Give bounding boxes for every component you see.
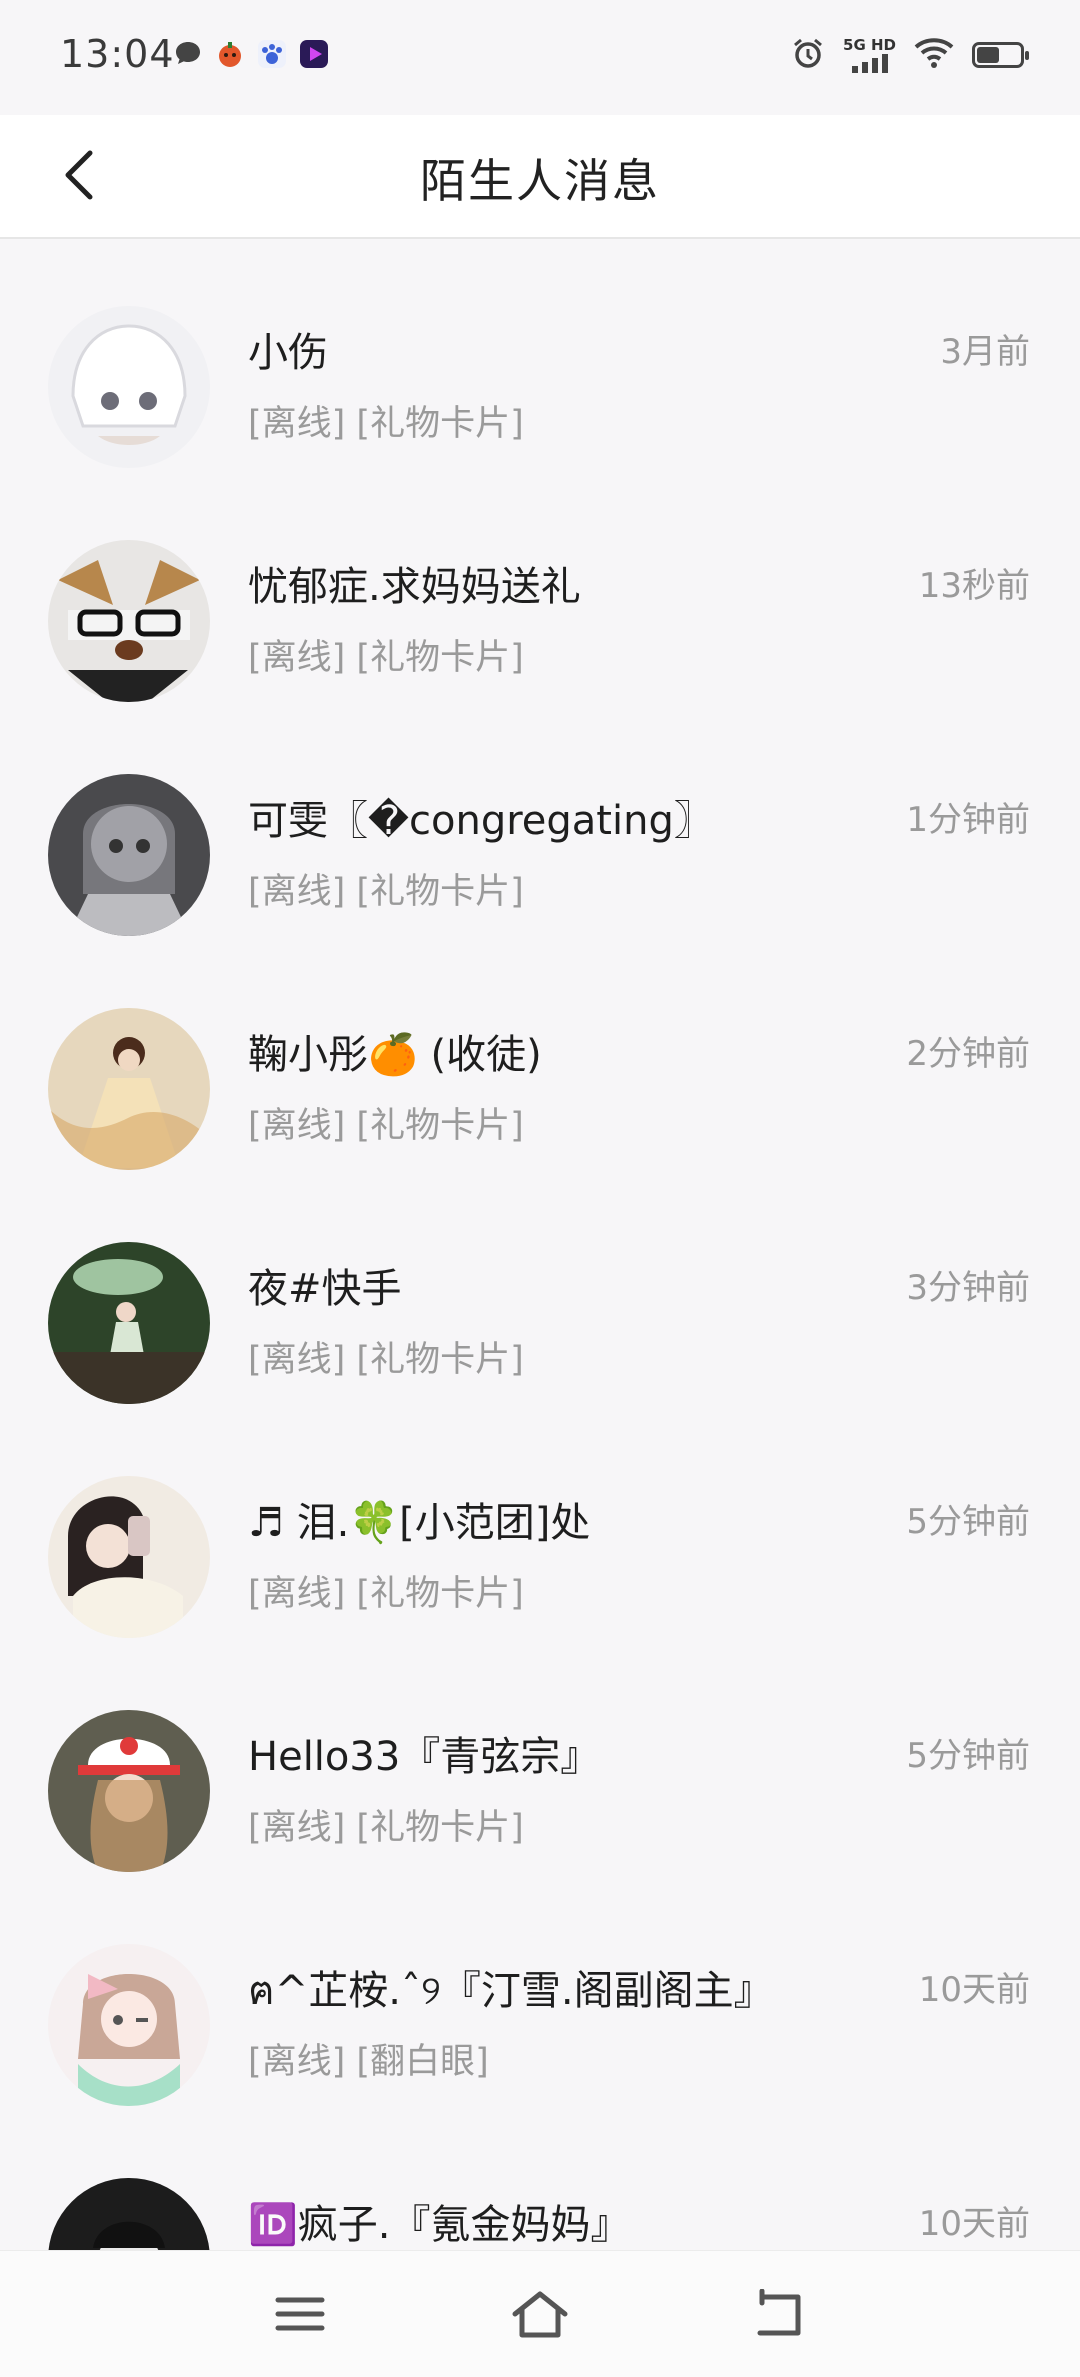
avatar[interactable] (48, 306, 210, 468)
message-time: 10天前 (918, 1970, 1030, 2010)
battery-icon (972, 42, 1029, 68)
conversation-item[interactable]: 忧郁症.求妈妈送礼 [离线] [礼物卡片] 13秒前 (0, 472, 1080, 706)
status-time: 13:04 (60, 32, 175, 76)
alarm-icon (791, 36, 825, 74)
conversation-item[interactable]: 夜#快手 [离线] [礼物卡片] 3分钟前 (0, 1174, 1080, 1408)
back-nav-button[interactable] (745, 2279, 815, 2349)
avatar[interactable] (48, 1944, 210, 2106)
page-title: 陌生人消息 (420, 154, 660, 208)
message-preview: [离线] [礼物卡片] (248, 638, 524, 678)
notification-icons (172, 38, 330, 70)
message-icon (172, 38, 204, 70)
contact-name: 可雯〖�congregating〗 (248, 798, 714, 844)
status-bar: 13:04 5G HD (0, 0, 1080, 115)
avatar[interactable] (48, 1476, 210, 1638)
message-preview: [离线] [礼物卡片] (248, 1574, 524, 1614)
conversation-item[interactable]: ♬ 泪.🍀[小范团]处 [离线] [礼物卡片] 5分钟前 (0, 1408, 1080, 1642)
contact-name: 夜#快手 (248, 1266, 402, 1312)
message-preview: [离线] [翻白眼] (248, 2042, 489, 2082)
network-label: 5G HD (843, 35, 896, 54)
message-preview: [离线] [礼物卡片] (248, 1106, 524, 1146)
system-navigation-bar (0, 2250, 1080, 2377)
message-time: 2分钟前 (906, 1034, 1030, 1074)
message-time: 3分钟前 (906, 1268, 1030, 1308)
message-preview: [离线] [礼物卡片] (248, 1808, 524, 1848)
home-button[interactable] (505, 2279, 575, 2349)
paw-app-icon (256, 38, 288, 70)
message-time: 13秒前 (918, 566, 1030, 606)
message-time: 10天前 (918, 2204, 1030, 2244)
contact-name: 小伤 (248, 330, 328, 376)
message-preview: [离线] [礼物卡片] (248, 404, 524, 444)
conversation-list: 小伤 [离线] [礼物卡片] 3月前 忧郁症.求妈妈送礼 [离线] [礼物卡片]… (0, 238, 1080, 2344)
message-time: 5分钟前 (906, 1502, 1030, 1542)
pumpkin-app-icon (214, 38, 246, 70)
message-time: 1分钟前 (906, 800, 1030, 840)
contact-name: ฅ^芷桉.ˆ୨『汀雪.阁副阁主』 (248, 1968, 774, 2014)
avatar[interactable] (48, 1008, 210, 1170)
avatar[interactable] (48, 1710, 210, 1872)
message-time: 5分钟前 (906, 1736, 1030, 1776)
conversation-item[interactable]: Hello33『青弦宗』 [离线] [礼物卡片] 5分钟前 (0, 1642, 1080, 1876)
contact-name: Hello33『青弦宗』 (248, 1734, 601, 1780)
wifi-icon (914, 37, 954, 73)
system-icons: 5G HD (791, 35, 1029, 74)
conversation-item[interactable]: 鞠小彤🍊 (收徒) [离线] [礼物卡片] 2分钟前 (0, 940, 1080, 1174)
contact-name: ♬ 泪.🍀[小范团]处 (248, 1500, 591, 1546)
avatar[interactable] (48, 774, 210, 936)
message-time: 3月前 (940, 332, 1030, 372)
home-icon (512, 2291, 568, 2338)
conversation-item[interactable]: ฅ^芷桉.ˆ୨『汀雪.阁副阁主』 [离线] [翻白眼] 10天前 (0, 1876, 1080, 2110)
conversation-item[interactable]: 可雯〖�congregating〗 [离线] [礼物卡片] 1分钟前 (0, 706, 1080, 940)
avatar[interactable] (48, 540, 210, 702)
avatar[interactable] (48, 1242, 210, 1404)
back-icon (757, 2289, 801, 2336)
message-preview: [离线] [礼物卡片] (248, 872, 524, 912)
signal-icon: 5G HD (843, 35, 896, 73)
conversation-item[interactable]: 小伤 [离线] [礼物卡片] 3月前 (0, 238, 1080, 472)
video-app-icon (298, 38, 330, 70)
contact-name: 🆔疯子.『氪金妈妈』 (248, 2202, 631, 2248)
contact-name: 忧郁症.求妈妈送礼 (248, 564, 581, 610)
contact-name: 鞠小彤🍊 (收徒) (248, 1032, 542, 1078)
top-bar: 陌生人消息 (0, 115, 1080, 239)
menu-button[interactable] (265, 2279, 335, 2349)
menu-icon (275, 2297, 325, 2331)
message-preview: [离线] [礼物卡片] (248, 1340, 524, 1380)
